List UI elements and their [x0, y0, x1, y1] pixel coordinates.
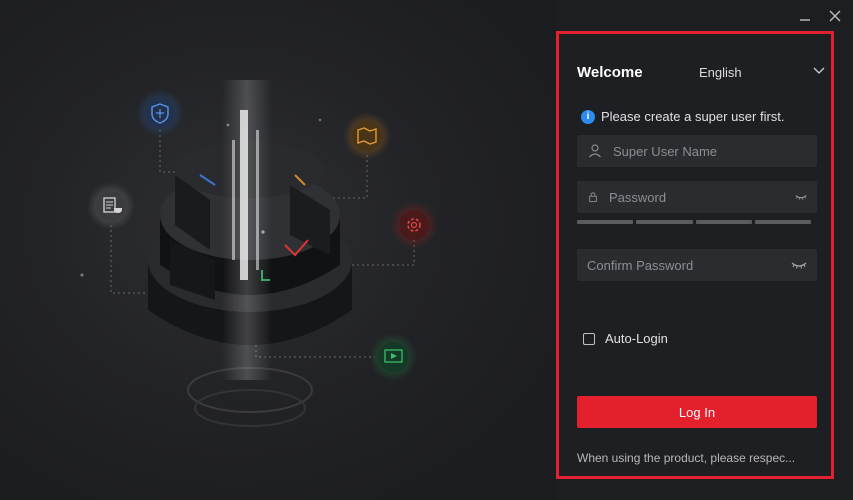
- document-alarm-badge-icon: [87, 182, 135, 230]
- lock-icon: [589, 192, 597, 202]
- username-input[interactable]: [603, 143, 817, 159]
- hero-art: [80, 80, 438, 427]
- welcome-title: Welcome: [577, 64, 643, 81]
- info-icon: i: [581, 109, 595, 124]
- user-icon: [589, 144, 601, 158]
- strength-segment: [754, 220, 811, 224]
- login-panel: Welcome English i Please create a super …: [556, 31, 834, 479]
- strength-segment: [577, 220, 634, 224]
- hero-illustration: [0, 0, 556, 500]
- confirm-password-field[interactable]: [577, 249, 817, 281]
- auto-login-option[interactable]: Auto-Login: [583, 331, 668, 346]
- window-controls: [797, 8, 843, 24]
- login-button[interactable]: Log In: [577, 396, 817, 428]
- password-input[interactable]: [599, 189, 795, 205]
- info-text: Please create a super user first.: [601, 109, 785, 124]
- video-badge-icon: [369, 333, 417, 381]
- usage-notice[interactable]: When using the product, please respec...: [577, 451, 819, 465]
- username-field[interactable]: [577, 135, 817, 167]
- confirm-password-input[interactable]: [577, 257, 791, 273]
- auto-login-checkbox[interactable]: [583, 332, 595, 345]
- strength-segment: [695, 220, 752, 224]
- eye-closed-icon[interactable]: [795, 191, 807, 203]
- info-message: i Please create a super user first.: [581, 109, 785, 124]
- eye-closed-icon[interactable]: [791, 259, 807, 271]
- strength-segment: [636, 220, 693, 224]
- minimize-icon[interactable]: [797, 8, 813, 24]
- password-strength-bar: [577, 220, 811, 224]
- chevron-down-icon[interactable]: [811, 62, 827, 78]
- password-field[interactable]: [577, 181, 817, 213]
- close-icon[interactable]: [827, 8, 843, 24]
- language-select[interactable]: English: [699, 65, 742, 80]
- shield-badge-icon: [136, 89, 184, 137]
- auto-login-label: Auto-Login: [605, 331, 668, 346]
- settings-badge-icon: [390, 201, 438, 249]
- map-badge-icon: [343, 112, 391, 160]
